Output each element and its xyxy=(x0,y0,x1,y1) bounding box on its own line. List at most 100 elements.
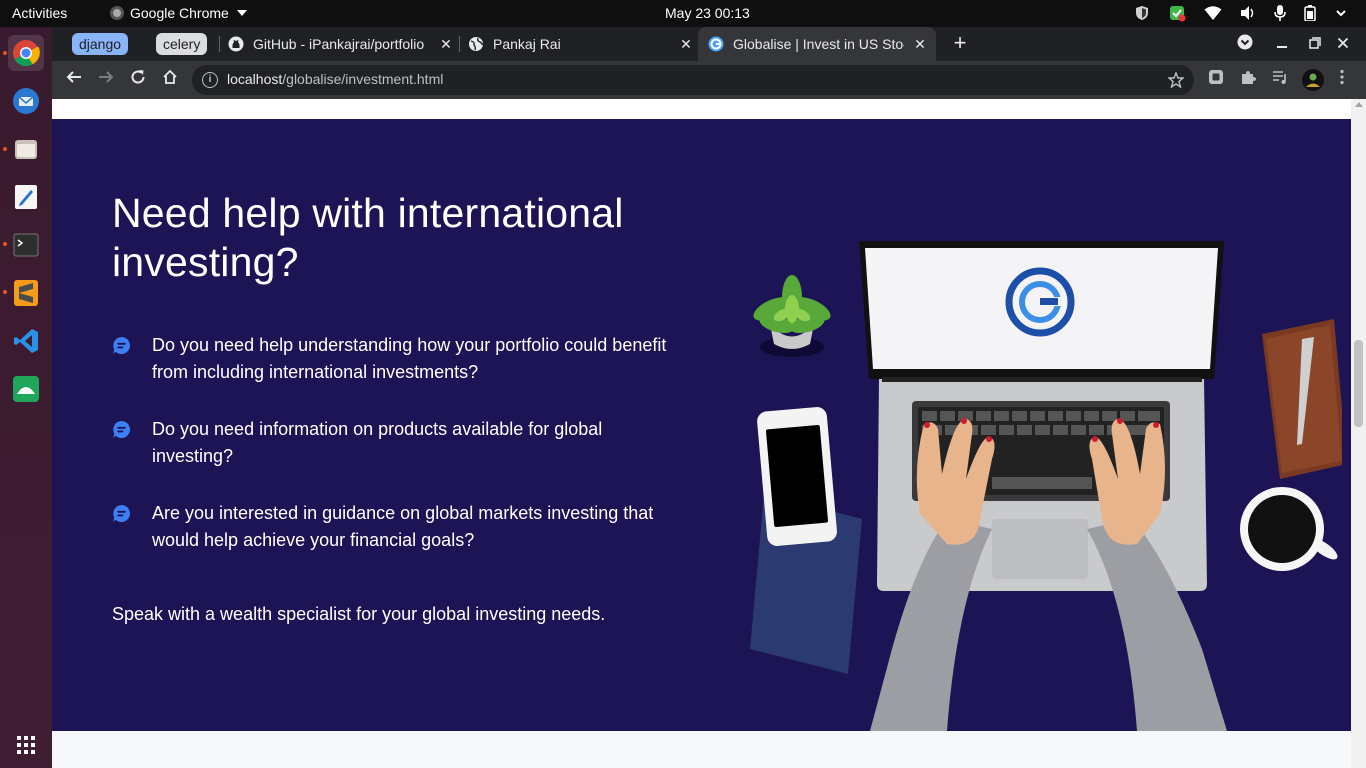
wifi-icon[interactable] xyxy=(1204,5,1222,21)
tab-separator xyxy=(219,36,220,52)
globalise-icon xyxy=(708,36,724,52)
notebook-image xyxy=(1262,319,1342,479)
minimize-icon xyxy=(1277,46,1287,48)
cta-text: Speak with a wealth specialist for your … xyxy=(112,604,606,624)
running-indicator xyxy=(3,290,7,294)
next-section xyxy=(52,731,1351,768)
coffee-cup-image xyxy=(1240,487,1338,571)
media-controls-button[interactable] xyxy=(1270,69,1290,89)
url-text[interactable]: localhost/globalise/investment.html xyxy=(227,71,443,87)
dock-files[interactable] xyxy=(8,131,44,167)
thunderbird-icon xyxy=(13,88,39,114)
microphone-icon[interactable] xyxy=(1274,5,1286,21)
chevron-down-icon xyxy=(1237,34,1253,50)
extension-button[interactable] xyxy=(1206,69,1226,89)
question-item: Are you interested in guidance on global… xyxy=(112,500,672,554)
reload-icon xyxy=(131,70,145,84)
question-item: Do you need help understanding how your … xyxy=(112,332,672,386)
question-text: Do you need information on products avai… xyxy=(152,419,603,466)
laptop-illustration xyxy=(750,241,1342,731)
close-window-button[interactable] xyxy=(1333,34,1353,54)
scroll-up-arrow-icon[interactable] xyxy=(1355,102,1363,107)
dock-terminal[interactable] xyxy=(8,227,44,263)
vscode-icon xyxy=(14,329,38,353)
chrome-icon xyxy=(110,6,124,20)
question-item: Do you need information on products avai… xyxy=(112,416,672,470)
dock-text-editor[interactable] xyxy=(8,179,44,215)
home-icon xyxy=(163,69,177,84)
restore-icon xyxy=(1309,37,1321,49)
dock-thunderbird[interactable] xyxy=(8,83,44,119)
chrome-menu-button[interactable] xyxy=(1332,69,1352,89)
app-menu-label: Google Chrome xyxy=(130,5,229,21)
files-icon xyxy=(15,140,37,159)
app-menu[interactable]: Google Chrome xyxy=(110,5,247,21)
tab-globalise[interactable]: Globalise | Invest in US Stocks ✕ xyxy=(698,27,936,61)
close-icon[interactable]: ✕ xyxy=(438,36,454,52)
tab-title: GitHub - iPankajrai/portfolio xyxy=(253,36,425,52)
dock-chrome[interactable] xyxy=(8,35,44,71)
tab-group-celery[interactable]: celery xyxy=(156,33,208,55)
info-icon[interactable]: i xyxy=(202,72,218,88)
update-icon[interactable] xyxy=(1168,4,1186,22)
sublime-text-icon xyxy=(14,280,38,306)
globe-icon xyxy=(469,37,484,51)
bookmark-star-icon[interactable] xyxy=(1168,72,1184,88)
running-indicator xyxy=(3,242,7,246)
tab-title: Globalise | Invest in US Stocks xyxy=(733,36,904,52)
close-icon[interactable]: ✕ xyxy=(912,36,928,52)
scrollbar-thumb[interactable] xyxy=(1354,340,1363,427)
arrow-left-icon xyxy=(66,71,81,83)
page-scrollbar[interactable] xyxy=(1351,99,1366,768)
dock-sublime-text[interactable] xyxy=(8,275,44,311)
question-text: Do you need help understanding how your … xyxy=(152,335,667,382)
dock-vscode[interactable] xyxy=(8,323,44,359)
tab-search-button[interactable] xyxy=(1235,34,1255,54)
close-icon xyxy=(1337,37,1349,49)
chrome-icon xyxy=(13,40,40,67)
forward-button[interactable] xyxy=(94,68,118,92)
help-section: Need help with international investing? … xyxy=(52,119,1351,731)
dock-anydesk[interactable] xyxy=(8,371,44,407)
profile-button[interactable] xyxy=(1302,69,1324,91)
restore-button[interactable] xyxy=(1305,34,1325,54)
question-text: Are you interested in guidance on global… xyxy=(152,503,654,550)
text-editor-icon xyxy=(15,185,37,209)
back-button[interactable] xyxy=(62,68,86,92)
address-bar[interactable]: i localhost/globalise/investment.html xyxy=(192,65,1194,95)
page-viewport: Need help with international investing? … xyxy=(52,99,1366,768)
section-heading: Need help with international investing? xyxy=(112,190,624,285)
tab-pankaj-rai[interactable]: Pankaj Rai ✕ xyxy=(468,27,694,61)
tab-github[interactable]: GitHub - iPankajrai/portfolio ✕ xyxy=(228,27,454,61)
minimize-button[interactable] xyxy=(1272,34,1292,54)
browser-toolbar: i localhost/globalise/investment.html xyxy=(52,61,1366,99)
extensions-menu-button[interactable] xyxy=(1238,69,1258,89)
playlist-icon xyxy=(1273,71,1286,84)
home-button[interactable] xyxy=(158,68,182,92)
chat-bubble-icon xyxy=(113,504,130,523)
tab-title: Pankaj Rai xyxy=(493,36,561,52)
tab-group-django[interactable]: django xyxy=(72,33,129,55)
close-icon[interactable]: ✕ xyxy=(678,36,694,52)
smartphone-image xyxy=(750,407,862,674)
activities-button[interactable]: Activities xyxy=(12,5,67,21)
tab-separator xyxy=(459,36,460,52)
power-menu-icon[interactable] xyxy=(1334,6,1348,20)
terminal-icon xyxy=(13,233,39,257)
tab-strip: django celery GitHub - iPankajrai/portfo… xyxy=(52,27,1366,61)
show-applications[interactable] xyxy=(8,727,44,763)
system-top-bar: Activities Google Chrome May 23 00:13 xyxy=(0,0,1366,27)
new-tab-button[interactable]: + xyxy=(948,32,972,56)
shield-icon[interactable] xyxy=(1134,5,1150,21)
extension-square-icon xyxy=(1209,70,1223,84)
volume-icon[interactable] xyxy=(1240,5,1256,21)
anydesk-icon xyxy=(13,376,39,402)
system-tray[interactable] xyxy=(1134,4,1348,22)
chat-bubble-icon xyxy=(113,336,130,355)
clock[interactable]: May 23 00:13 xyxy=(665,5,750,21)
battery-icon[interactable] xyxy=(1304,5,1316,21)
puzzle-icon xyxy=(1242,71,1256,84)
arrow-right-icon xyxy=(99,71,114,83)
reload-button[interactable] xyxy=(126,68,150,92)
chat-bubble-icon xyxy=(113,420,130,439)
